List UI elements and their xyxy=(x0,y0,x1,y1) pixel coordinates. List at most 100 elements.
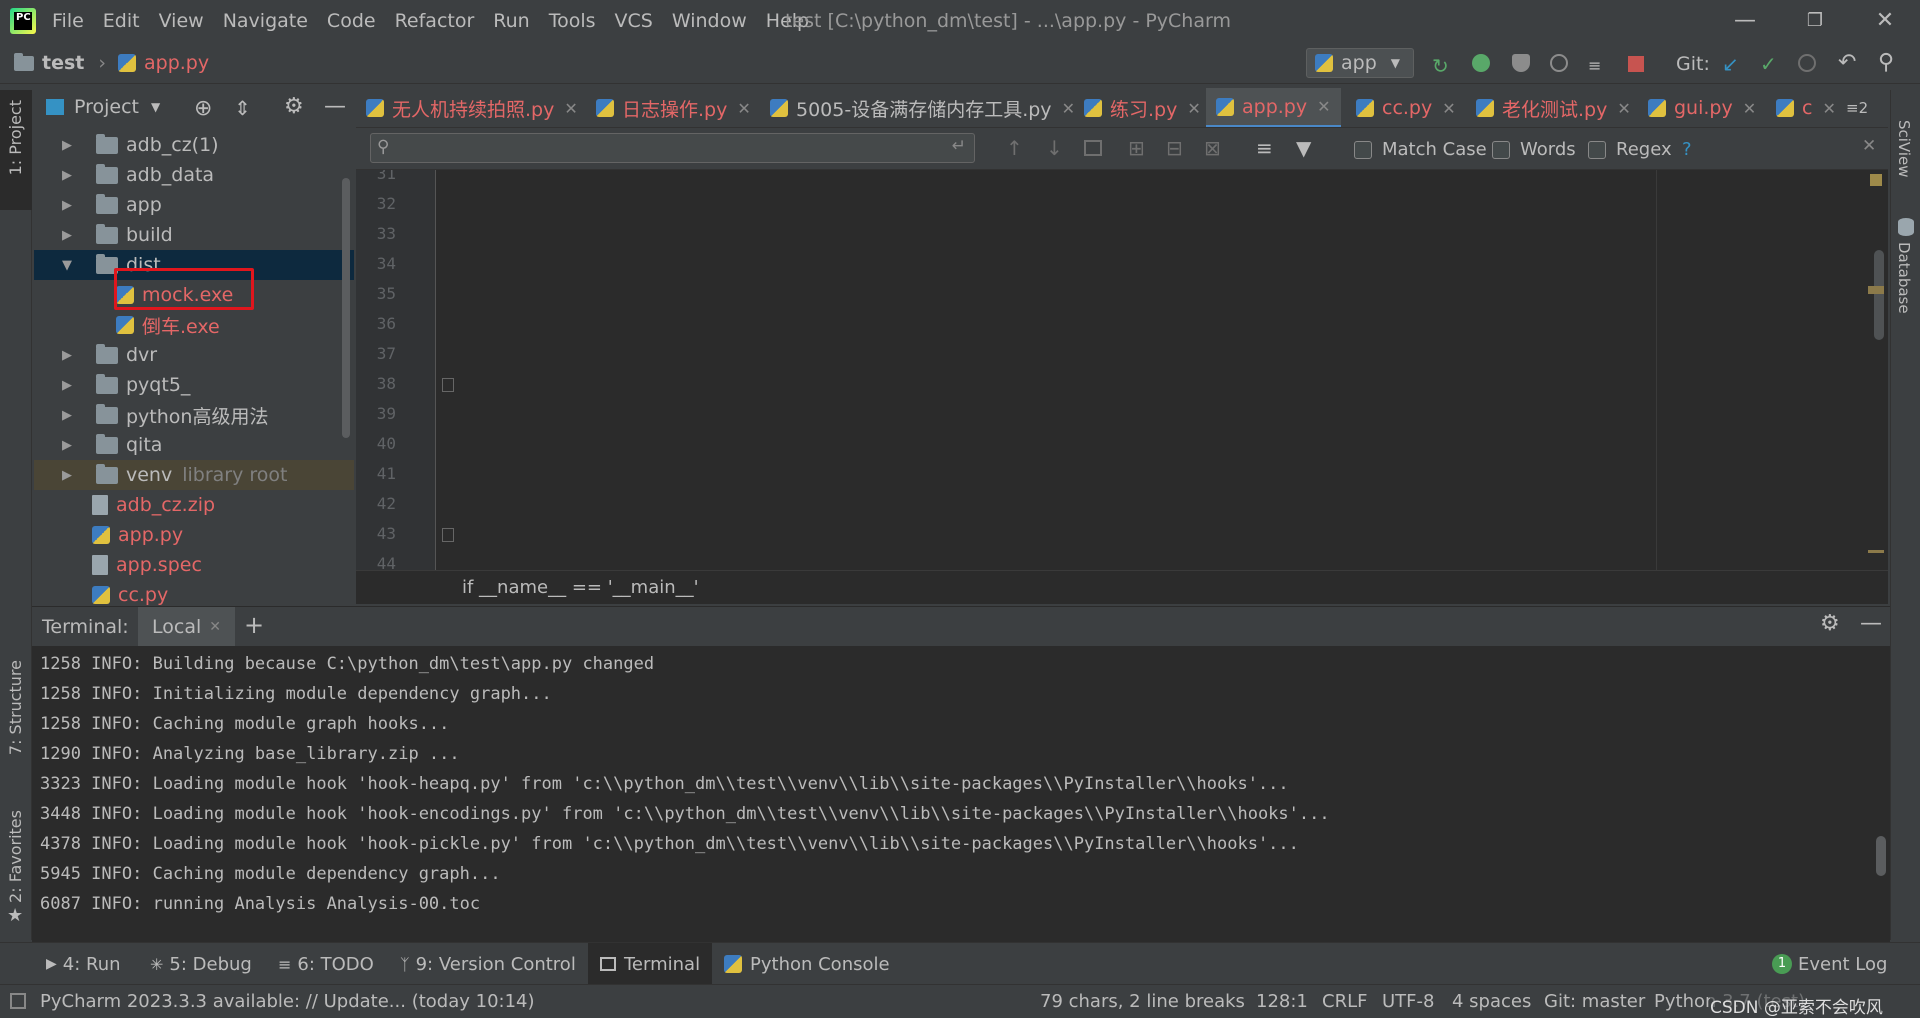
tab-log-ops[interactable]: 日志操作.py ✕ xyxy=(596,88,751,127)
search-everywhere-icon[interactable]: ⚲ xyxy=(1878,50,1894,75)
run-config-select[interactable]: app ▼ xyxy=(1306,48,1414,78)
collapse-all-icon[interactable]: ⇕ xyxy=(234,96,251,120)
tree-item-build[interactable]: ▶ build xyxy=(62,220,173,250)
stop-icon[interactable] xyxy=(1628,56,1644,72)
close-icon[interactable]: ✕ xyxy=(1442,99,1455,118)
breadcrumb-project[interactable]: test xyxy=(42,52,84,74)
tab-terminal[interactable]: Terminal xyxy=(588,943,713,985)
tree-item-adb-cz1[interactable]: ▶ adb_cz(1) xyxy=(62,130,219,160)
close-icon[interactable]: ✕ xyxy=(1187,99,1200,118)
menu-code[interactable]: Code xyxy=(327,10,376,32)
caret-position[interactable]: 128:1 xyxy=(1256,991,1308,1012)
restore-button[interactable]: ❐ xyxy=(1800,10,1830,38)
concurrency-icon[interactable]: ≡ xyxy=(1588,56,1601,75)
menu-file[interactable]: File xyxy=(52,10,84,32)
favorites-tool-tab[interactable]: 2: Favorites xyxy=(6,810,25,903)
sciview-tool-tab[interactable]: SciView xyxy=(1895,120,1913,178)
tree-item-dvr[interactable]: ▶ dvr xyxy=(62,340,157,370)
tab-version-control[interactable]: ᛉ 9: Version Control xyxy=(400,943,576,985)
tab-drone-photo[interactable]: 无人机持续拍照.py ✕ xyxy=(366,88,578,127)
close-icon[interactable]: ✕ xyxy=(1743,99,1756,118)
regex-help-link[interactable]: ? xyxy=(1682,139,1692,160)
find-all-icon[interactable] xyxy=(1084,140,1102,156)
terminal-scrollbar[interactable] xyxy=(1876,836,1886,876)
tree-item-venv[interactable]: ▶ venv library root xyxy=(34,460,354,490)
menu-refactor[interactable]: Refactor xyxy=(395,10,475,32)
hide-panel-icon[interactable]: — xyxy=(1860,611,1882,636)
indent-setting[interactable]: 4 spaces xyxy=(1452,991,1531,1012)
close-icon[interactable]: ✕ xyxy=(209,619,221,635)
vcs-update-icon[interactable]: ↙ xyxy=(1722,52,1739,76)
tab-practice[interactable]: 练习.py ✕ xyxy=(1084,88,1201,127)
file-encoding[interactable]: UTF-8 xyxy=(1382,991,1434,1012)
tab-gui-py[interactable]: gui.py ✕ xyxy=(1648,88,1756,127)
close-window-button[interactable]: ✕ xyxy=(1870,8,1900,36)
editor-breadcrumb[interactable]: if __name__ == '__main__' xyxy=(356,570,1888,604)
menu-edit[interactable]: Edit xyxy=(103,10,140,32)
minimize-button[interactable]: — xyxy=(1730,8,1760,36)
remove-occurrence-icon[interactable]: ⊟ xyxy=(1166,136,1183,160)
tree-item-app-py[interactable]: app.py xyxy=(92,520,183,550)
breadcrumb-file[interactable]: app.py xyxy=(144,52,209,74)
next-occurrence-icon[interactable]: ↓ xyxy=(1046,136,1063,160)
fold-icon[interactable] xyxy=(442,528,454,542)
tree-item-adb-data[interactable]: ▶ adb_data xyxy=(62,160,214,190)
search-input[interactable]: ⚲ ↵ xyxy=(370,133,975,163)
add-occurrence-icon[interactable]: ⊞ xyxy=(1128,136,1145,160)
close-icon[interactable]: ✕ xyxy=(1317,97,1330,116)
tree-item-qita[interactable]: ▶ qita xyxy=(62,430,162,460)
tab-local[interactable]: Local ✕ xyxy=(138,607,235,647)
rollback-icon[interactable]: ↶ xyxy=(1838,50,1856,75)
multiline-icon[interactable]: ≡ xyxy=(1256,136,1273,160)
code-editor[interactable]: 31 32 33 34 35 36 37 38 39 40 41 42 43 4… xyxy=(356,170,1888,570)
match-case-checkbox[interactable]: Match Case xyxy=(1354,139,1487,160)
tab-5005-tool[interactable]: 5005-设备满存储内存工具.py ✕ xyxy=(770,88,1075,127)
close-icon[interactable]: ✕ xyxy=(1062,99,1075,118)
terminal-output[interactable]: 1258 INFO: Building because C:\python_dm… xyxy=(32,646,1890,942)
event-log-button[interactable]: 1 Event Log xyxy=(1772,943,1887,985)
update-message[interactable]: PyCharm 2023.3.3 available: // Update...… xyxy=(40,991,535,1012)
git-branch[interactable]: Git: master xyxy=(1544,991,1645,1012)
tab-truncated[interactable]: c ✕ xyxy=(1776,88,1836,127)
close-icon[interactable]: ✕ xyxy=(1617,99,1630,118)
gear-icon[interactable]: ⚙ xyxy=(1820,611,1840,636)
tree-item-python-advanced[interactable]: ▶ python高级用法 xyxy=(62,400,268,430)
tab-python-console[interactable]: Python Console xyxy=(724,943,890,985)
database-tool-tab[interactable]: Database xyxy=(1895,242,1913,314)
menu-vcs[interactable]: VCS xyxy=(615,10,653,32)
history-icon[interactable] xyxy=(1798,54,1816,72)
menu-run[interactable]: Run xyxy=(493,10,529,32)
vcs-commit-icon[interactable]: ✓ xyxy=(1760,52,1777,76)
regex-checkbox[interactable]: Regex xyxy=(1588,139,1672,160)
tree-item-adb-cz-zip[interactable]: adb_cz.zip xyxy=(92,490,215,520)
tree-item-pyqt5[interactable]: ▶ pyqt5_ xyxy=(62,370,190,400)
gear-icon[interactable]: ⚙ xyxy=(284,94,304,119)
tree-item-daoche-exe[interactable]: 倒车.exe xyxy=(116,310,220,340)
tabs-overflow-button[interactable]: ≡ 2 xyxy=(1846,88,1868,127)
close-icon[interactable]: ✕ xyxy=(1862,136,1876,156)
tab-aging-test[interactable]: 老化测试.py ✕ xyxy=(1476,88,1631,127)
menu-navigate[interactable]: Navigate xyxy=(223,10,308,32)
tab-todo[interactable]: ≡ 6: TODO xyxy=(278,943,374,985)
profile-icon[interactable] xyxy=(1550,54,1568,72)
close-icon[interactable]: ✕ xyxy=(737,99,750,118)
filter-icon[interactable]: ▼ xyxy=(1296,136,1311,160)
project-view-select[interactable]: Project ▼ xyxy=(46,96,160,118)
tree-item-app[interactable]: ▶ app xyxy=(62,190,162,220)
coverage-icon[interactable] xyxy=(1512,54,1530,72)
close-icon[interactable]: ✕ xyxy=(1822,99,1835,118)
project-tool-tab[interactable]: 1: Project xyxy=(0,90,32,210)
panel-toggle-icon[interactable] xyxy=(10,993,26,1009)
new-terminal-icon[interactable]: + xyxy=(244,611,264,639)
tab-cc-py[interactable]: cc.py ✕ xyxy=(1356,88,1456,127)
tree-item-cc-py[interactable]: cc.py xyxy=(92,580,168,606)
tree-item-app-spec[interactable]: app.spec xyxy=(92,550,202,580)
structure-tool-tab[interactable]: 7: Structure xyxy=(6,660,25,755)
menu-tools[interactable]: Tools xyxy=(549,10,596,32)
locate-icon[interactable]: ⊕ xyxy=(194,96,212,121)
select-all-occurrences-icon[interactable]: ⊠ xyxy=(1204,136,1221,160)
tab-debug[interactable]: ✳ 5: Debug xyxy=(150,943,252,985)
rerun-icon[interactable]: ↻ xyxy=(1432,54,1449,78)
menu-view[interactable]: View xyxy=(159,10,204,32)
tab-run[interactable]: ▶ 4: Run xyxy=(46,943,121,985)
